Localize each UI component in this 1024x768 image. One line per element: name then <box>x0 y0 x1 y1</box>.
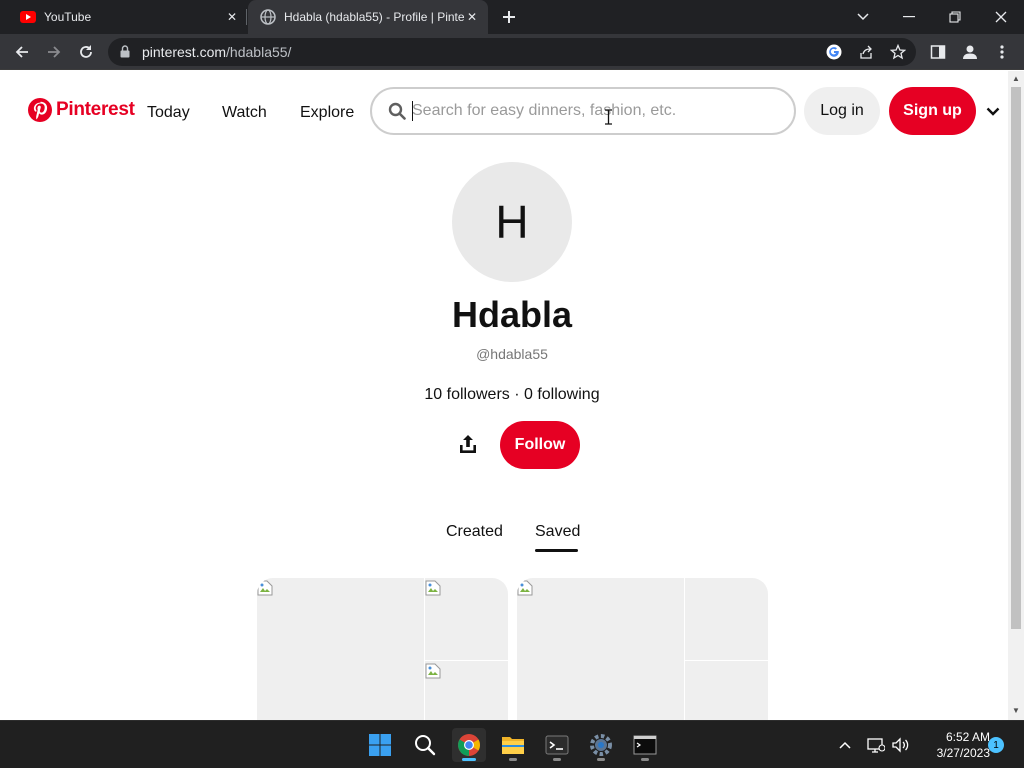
search-bar[interactable] <box>370 87 796 135</box>
pinterest-wordmark: Pinterest <box>56 99 135 120</box>
tab-youtube[interactable]: YouTube ✕ <box>12 0 244 34</box>
board-cover-image <box>517 578 684 720</box>
nav-explore[interactable]: Explore <box>300 104 354 122</box>
broken-image-icon <box>425 663 441 679</box>
globe-icon <box>260 9 276 25</box>
mouse-ibeam-cursor <box>604 109 613 130</box>
url-host: pinterest.com <box>142 44 227 60</box>
tab-title: YouTube <box>44 10 92 24</box>
terminal-icon[interactable] <box>540 728 574 762</box>
youtube-icon <box>20 9 36 25</box>
tab-created[interactable]: Created <box>446 523 503 541</box>
profile-icon[interactable] <box>956 38 984 66</box>
close-tab-icon[interactable]: ✕ <box>224 9 240 25</box>
forward-icon[interactable] <box>40 38 68 66</box>
follow-button[interactable]: Follow <box>500 421 580 469</box>
share-button[interactable] <box>452 428 484 460</box>
close-tab-icon[interactable]: ✕ <box>464 9 480 25</box>
running-app-indicator <box>509 758 517 761</box>
broken-image-icon <box>257 580 273 596</box>
browser-tabstrip: YouTube ✕ Hdabla (hdabla55) - Profile | … <box>0 0 1024 34</box>
tab-saved[interactable]: Saved <box>535 523 580 541</box>
running-app-indicator <box>597 758 605 761</box>
bookmark-star-icon[interactable] <box>890 44 906 60</box>
system-clock[interactable]: 6:52 AM 3/27/2023 <box>918 729 990 761</box>
broken-image-icon <box>517 580 533 596</box>
tab-pinterest-profile[interactable]: Hdabla (hdabla55) - Profile | Pinte ✕ <box>248 0 488 34</box>
board-card[interactable] <box>517 578 768 720</box>
scrollbar-thumb[interactable] <box>1011 87 1021 629</box>
search-icon[interactable] <box>408 728 442 762</box>
board-thumb-image <box>685 661 768 720</box>
running-app-indicator <box>641 758 649 761</box>
profile-handle: @hdabla55 <box>476 346 548 362</box>
address-bar[interactable]: pinterest.com/hdabla55/ <box>108 38 916 66</box>
tab-title: Hdabla (hdabla55) - Profile | Pinte <box>284 10 464 24</box>
url-path: /hdabla55/ <box>226 44 292 60</box>
close-window-icon[interactable] <box>978 0 1024 34</box>
pinterest-logo-icon <box>28 98 52 122</box>
clock-time: 6:52 AM <box>945 730 990 744</box>
board-thumb-image <box>685 578 768 660</box>
lock-icon[interactable] <box>120 45 130 63</box>
login-button[interactable]: Log in <box>804 87 880 135</box>
reload-icon[interactable] <box>72 38 100 66</box>
scroll-up-arrow-icon[interactable]: ▲ <box>1012 75 1020 83</box>
profile-name: Hdabla <box>451 294 573 335</box>
board-cover-image <box>257 578 424 720</box>
nav-today[interactable]: Today <box>147 104 190 122</box>
clock-date: 3/27/2023 <box>936 746 990 760</box>
share-page-icon[interactable] <box>858 44 874 60</box>
pinterest-page: Pinterest Today Watch Explore Log in Sig… <box>0 71 1008 720</box>
text-caret <box>412 101 413 121</box>
avatar: H <box>452 162 572 282</box>
page-scrollbar[interactable]: ▲ ▼ <box>1008 71 1024 720</box>
minimize-icon[interactable] <box>886 0 932 34</box>
windows-taskbar: 6:52 AM 3/27/2023 1 <box>0 720 1024 768</box>
pinterest-logo[interactable]: Pinterest <box>28 98 135 122</box>
side-panel-icon[interactable] <box>924 38 952 66</box>
tab-separator <box>246 9 247 25</box>
search-input[interactable] <box>412 99 772 123</box>
broken-image-icon <box>425 580 441 596</box>
board-card[interactable] <box>257 578 508 720</box>
network-icon[interactable] <box>866 735 886 755</box>
restore-icon[interactable] <box>932 0 978 34</box>
active-app-indicator <box>462 758 476 761</box>
tab-search-icon[interactable] <box>840 0 886 34</box>
new-tab-button[interactable] <box>499 7 519 27</box>
command-prompt-icon[interactable] <box>628 728 662 762</box>
scroll-down-arrow-icon[interactable]: ▼ <box>1012 707 1020 715</box>
signup-button[interactable]: Sign up <box>889 87 976 135</box>
chevron-down-icon[interactable] <box>986 103 1000 121</box>
notification-badge[interactable]: 1 <box>988 737 1004 753</box>
file-explorer-icon[interactable] <box>496 728 530 762</box>
more-menu-icon[interactable] <box>988 38 1016 66</box>
follow-stats[interactable]: 10 followers · 0 following <box>0 386 1008 404</box>
nav-watch[interactable]: Watch <box>222 104 267 122</box>
search-icon <box>388 102 406 125</box>
chevron-up-icon[interactable] <box>835 735 855 755</box>
google-lens-icon[interactable] <box>826 44 842 60</box>
chrome-icon[interactable] <box>452 728 486 762</box>
browser-toolbar: pinterest.com/hdabla55/ <box>0 34 1024 70</box>
volume-icon[interactable] <box>891 735 911 755</box>
url-text: pinterest.com/hdabla55/ <box>142 44 291 60</box>
active-tab-indicator <box>535 549 578 552</box>
windows-start-icon[interactable] <box>363 728 397 762</box>
running-app-indicator <box>553 758 561 761</box>
share-icon <box>460 435 476 453</box>
settings-icon[interactable] <box>584 728 618 762</box>
back-icon[interactable] <box>8 38 36 66</box>
